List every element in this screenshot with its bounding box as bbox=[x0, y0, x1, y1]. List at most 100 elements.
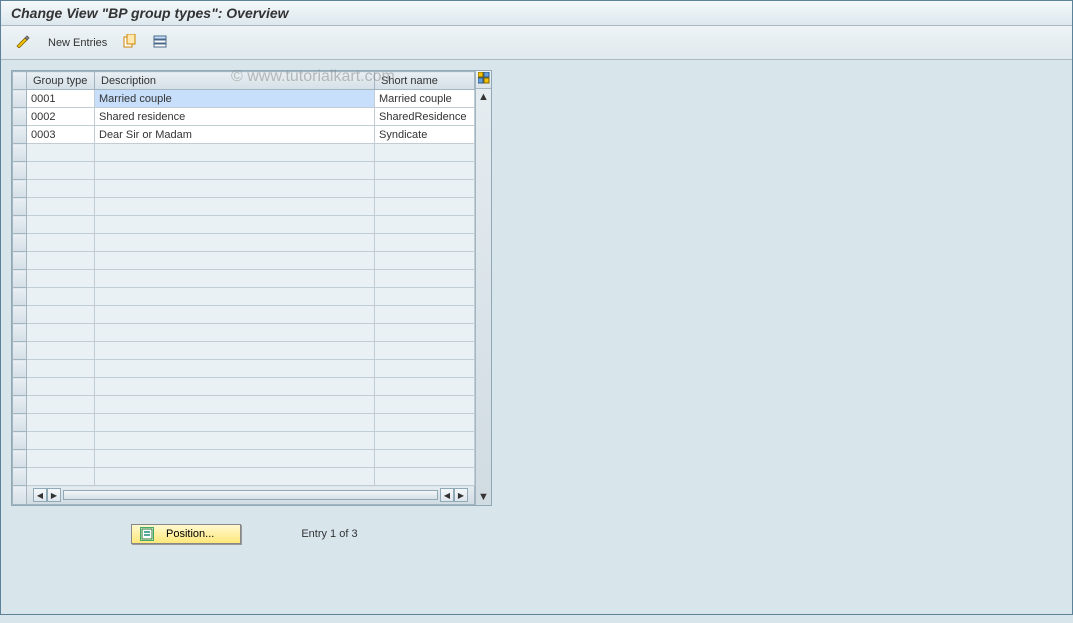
cell-short-name[interactable] bbox=[375, 306, 475, 324]
cell-description[interactable] bbox=[95, 450, 375, 468]
cell-group-type[interactable] bbox=[27, 288, 95, 306]
cell-short-name[interactable] bbox=[375, 270, 475, 288]
cell-short-name[interactable] bbox=[375, 324, 475, 342]
row-selector[interactable] bbox=[13, 144, 27, 162]
row-selector[interactable] bbox=[13, 90, 27, 108]
table-row[interactable] bbox=[13, 252, 475, 270]
table-row[interactable] bbox=[13, 324, 475, 342]
cell-short-name[interactable] bbox=[375, 342, 475, 360]
cell-description[interactable] bbox=[95, 144, 375, 162]
table-row[interactable] bbox=[13, 198, 475, 216]
cell-short-name[interactable]: SharedResidence bbox=[375, 108, 475, 126]
cell-group-type[interactable] bbox=[27, 144, 95, 162]
position-button[interactable]: Position... bbox=[131, 524, 241, 544]
column-header-description[interactable]: Description bbox=[95, 72, 375, 90]
cell-short-name[interactable] bbox=[375, 144, 475, 162]
table-row[interactable] bbox=[13, 468, 475, 486]
cell-group-type[interactable] bbox=[27, 324, 95, 342]
cell-short-name[interactable] bbox=[375, 198, 475, 216]
table-row[interactable] bbox=[13, 144, 475, 162]
table-row[interactable] bbox=[13, 180, 475, 198]
cell-description[interactable] bbox=[95, 198, 375, 216]
cell-description[interactable] bbox=[95, 270, 375, 288]
cell-description[interactable] bbox=[95, 468, 375, 486]
row-selector[interactable] bbox=[13, 216, 27, 234]
cell-short-name[interactable]: Married couple bbox=[375, 90, 475, 108]
vertical-scrollbar[interactable]: ▲ ▼ bbox=[475, 71, 491, 505]
data-grid[interactable]: Group type Description Short name 0001Ma… bbox=[12, 71, 475, 505]
table-row[interactable] bbox=[13, 432, 475, 450]
row-selector[interactable] bbox=[13, 180, 27, 198]
row-selector[interactable] bbox=[13, 342, 27, 360]
cell-description[interactable] bbox=[95, 432, 375, 450]
row-selector[interactable] bbox=[13, 234, 27, 252]
cell-group-type[interactable] bbox=[27, 216, 95, 234]
cell-description[interactable]: Shared residence bbox=[95, 108, 375, 126]
cell-description[interactable] bbox=[95, 414, 375, 432]
hscroll-thumb[interactable] bbox=[63, 490, 438, 500]
cell-short-name[interactable] bbox=[375, 360, 475, 378]
cell-description[interactable]: Dear Sir or Madam bbox=[95, 126, 375, 144]
cell-description[interactable]: Married couple bbox=[95, 90, 375, 108]
cell-description[interactable] bbox=[95, 378, 375, 396]
cell-short-name[interactable] bbox=[375, 288, 475, 306]
table-row[interactable] bbox=[13, 450, 475, 468]
cell-short-name[interactable] bbox=[375, 162, 475, 180]
cell-description[interactable] bbox=[95, 180, 375, 198]
table-row[interactable] bbox=[13, 414, 475, 432]
row-selector[interactable] bbox=[13, 378, 27, 396]
cell-description[interactable] bbox=[95, 360, 375, 378]
table-row[interactable] bbox=[13, 378, 475, 396]
cell-group-type[interactable] bbox=[27, 306, 95, 324]
column-header-short-name[interactable]: Short name bbox=[375, 72, 475, 90]
cell-short-name[interactable] bbox=[375, 432, 475, 450]
cell-short-name[interactable] bbox=[375, 216, 475, 234]
cell-description[interactable] bbox=[95, 252, 375, 270]
column-header-group-type[interactable]: Group type bbox=[27, 72, 95, 90]
row-selector[interactable] bbox=[13, 450, 27, 468]
table-settings-button[interactable] bbox=[476, 71, 491, 89]
cell-group-type[interactable]: 0001 bbox=[27, 90, 95, 108]
row-selector[interactable] bbox=[13, 306, 27, 324]
scroll-up-button[interactable]: ▲ bbox=[476, 89, 491, 105]
table-row[interactable] bbox=[13, 162, 475, 180]
cell-short-name[interactable] bbox=[375, 468, 475, 486]
cell-description[interactable] bbox=[95, 306, 375, 324]
cell-group-type[interactable]: 0002 bbox=[27, 108, 95, 126]
row-selector[interactable] bbox=[13, 252, 27, 270]
cell-group-type[interactable] bbox=[27, 414, 95, 432]
cell-group-type[interactable] bbox=[27, 180, 95, 198]
cell-group-type[interactable] bbox=[27, 450, 95, 468]
row-selector[interactable] bbox=[13, 324, 27, 342]
cell-group-type[interactable] bbox=[27, 198, 95, 216]
cell-group-type[interactable] bbox=[27, 162, 95, 180]
cell-group-type[interactable] bbox=[27, 432, 95, 450]
table-row[interactable] bbox=[13, 306, 475, 324]
row-selector[interactable] bbox=[13, 270, 27, 288]
table-row[interactable] bbox=[13, 360, 475, 378]
cell-group-type[interactable] bbox=[27, 252, 95, 270]
copy-as-button[interactable] bbox=[118, 31, 142, 54]
new-entries-button[interactable]: New Entries bbox=[43, 34, 112, 52]
table-row[interactable] bbox=[13, 396, 475, 414]
row-selector[interactable] bbox=[13, 162, 27, 180]
cell-short-name[interactable] bbox=[375, 234, 475, 252]
scroll-left-step-button[interactable]: ▶ bbox=[47, 488, 61, 502]
table-row[interactable] bbox=[13, 216, 475, 234]
cell-short-name[interactable] bbox=[375, 450, 475, 468]
table-row[interactable] bbox=[13, 288, 475, 306]
cell-description[interactable] bbox=[95, 234, 375, 252]
cell-short-name[interactable] bbox=[375, 252, 475, 270]
cell-short-name[interactable]: Syndicate bbox=[375, 126, 475, 144]
table-row[interactable]: 0003Dear Sir or MadamSyndicate bbox=[13, 126, 475, 144]
delete-button[interactable] bbox=[148, 31, 172, 54]
cell-short-name[interactable] bbox=[375, 414, 475, 432]
row-selector[interactable] bbox=[13, 468, 27, 486]
row-selector[interactable] bbox=[13, 396, 27, 414]
table-row[interactable] bbox=[13, 342, 475, 360]
cell-group-type[interactable] bbox=[27, 270, 95, 288]
row-selector[interactable] bbox=[13, 108, 27, 126]
row-selector[interactable] bbox=[13, 414, 27, 432]
row-selector[interactable] bbox=[13, 360, 27, 378]
scroll-right-button[interactable]: ▶ bbox=[454, 488, 468, 502]
